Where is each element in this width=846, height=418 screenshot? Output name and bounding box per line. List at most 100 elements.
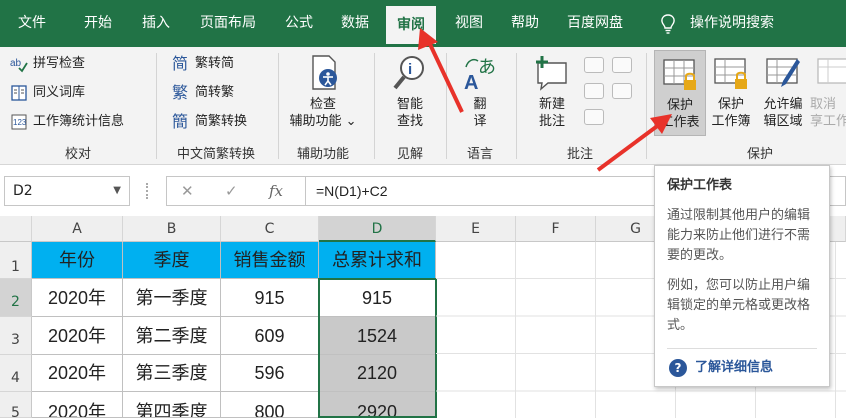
group-separator <box>278 53 279 159</box>
group-label-comments: 批注 <box>566 147 593 162</box>
next-comment-icon[interactable] <box>584 83 604 99</box>
lightbulb-icon <box>661 13 675 34</box>
table-header-sales[interactable]: 销售金额 <box>221 242 319 279</box>
tab-formulas[interactable]: 公式 <box>285 0 313 47</box>
table-cell[interactable]: 第三季度 <box>123 355 221 392</box>
protect-workbook-button[interactable]: 保护 工作簿 <box>708 53 754 130</box>
menu-bar: 文件 开始 插入 页面布局 公式 数据 审阅 视图 帮助 百度网盘 操作说明搜索 <box>0 0 846 47</box>
tab-file[interactable]: 文件 <box>18 0 46 47</box>
svg-text:i: i <box>408 61 412 78</box>
previous-comment-icon[interactable] <box>612 57 632 73</box>
tab-help[interactable]: 帮助 <box>511 0 539 47</box>
simplified-to-traditional-button[interactable]: 繁 简转繁 <box>172 82 234 104</box>
chevron-down-icon[interactable]: ▼ <box>113 177 121 205</box>
svg-text:あ: あ <box>478 57 496 78</box>
show-all-comments-icon[interactable] <box>584 109 604 125</box>
table-cell[interactable]: 2020年 <box>32 279 123 317</box>
name-box[interactable]: D2 ▼ <box>4 176 130 206</box>
table-cell[interactable]: 2020年 <box>32 392 123 418</box>
accessibility-check-icon <box>312 55 337 90</box>
table-cell[interactable]: 2920 <box>319 392 436 418</box>
simplified-char-icon: 繁 <box>172 83 189 102</box>
allow-edit-ranges-button[interactable]: 允许编 辑区域 <box>758 53 808 130</box>
check-accessibility-button[interactable]: 检查 辅助功能 ⌄ <box>284 53 362 130</box>
table-header-quarter[interactable]: 季度 <box>123 242 221 279</box>
chinese-conversion-button[interactable]: 簡 简繁转换 <box>172 111 247 133</box>
translate-icon: Aあ <box>464 57 496 93</box>
table-header-year[interactable]: 年份 <box>32 242 123 279</box>
column-header-f[interactable]: F <box>516 216 596 242</box>
column-header-e[interactable]: E <box>436 216 516 242</box>
group-separator <box>516 53 517 159</box>
row-header-2[interactable]: 2 <box>0 279 32 317</box>
translate-button[interactable]: Aあ 翻 译 <box>456 53 504 130</box>
table-cell[interactable]: 915 <box>221 279 319 317</box>
table-cell[interactable]: 596 <box>221 355 319 392</box>
tab-page-layout[interactable]: 页面布局 <box>200 0 256 47</box>
protect-sheet-tooltip: 保护工作表 通过限制其他用户的编辑能力来防止他们进行不需要的更改。 例如，您可以… <box>654 165 830 387</box>
spell-check-button[interactable]: ab 拼写检查 <box>10 53 85 75</box>
conversion-char-icon: 簡 <box>172 112 189 131</box>
table-cell[interactable]: 1524 <box>319 317 436 355</box>
svg-text:ab: ab <box>10 58 22 69</box>
delete-comment-icon[interactable] <box>584 57 604 73</box>
tooltip-description: 通过限制其他用户的编辑能力来防止他们进行不需要的更改。 <box>667 208 811 263</box>
show-comments-icon[interactable] <box>612 83 632 99</box>
traditional-char-icon: 简 <box>172 54 189 73</box>
ribbon: ab 拼写检查 同义词库 123 工作簿统计信息 校对 简 繁转简 繁 简转繁 … <box>0 47 846 165</box>
table-cell[interactable]: 915 <box>319 279 436 317</box>
table-header-cumulative[interactable]: 总累计求和 <box>319 242 436 279</box>
group-separator <box>446 53 447 159</box>
tab-data[interactable]: 数据 <box>341 0 369 47</box>
new-comment-icon <box>536 56 567 91</box>
formula-bar-grip <box>146 183 150 199</box>
row-header-1[interactable]: 1 <box>0 242 32 279</box>
tooltip-title: 保护工作表 <box>667 178 733 193</box>
column-header-a[interactable]: A <box>32 216 123 242</box>
group-separator <box>646 53 647 159</box>
table-cell[interactable]: 2020年 <box>32 317 123 355</box>
table-cell[interactable]: 800 <box>221 392 319 418</box>
cancel-icon[interactable]: ✕ <box>181 177 194 205</box>
row-header-3[interactable]: 3 <box>0 317 32 355</box>
tab-insert[interactable]: 插入 <box>142 0 170 47</box>
insert-function-icon[interactable]: fx <box>269 177 283 205</box>
new-comment-button[interactable]: 新建 批注 <box>526 53 578 130</box>
svg-text:123: 123 <box>13 118 27 127</box>
row-header-4[interactable]: 4 <box>0 355 32 392</box>
row-header-5[interactable]: 5 <box>0 392 32 418</box>
tab-view[interactable]: 视图 <box>455 0 483 47</box>
unshare-workbook-button[interactable]: 取消 享工作 <box>810 53 846 130</box>
protect-sheet-button[interactable]: 保护 工作表 <box>654 50 706 136</box>
smart-lookup-button[interactable]: i 智能 查找 <box>384 53 436 130</box>
thesaurus-icon <box>11 85 27 101</box>
formula-buttons: ✕ ✓ fx <box>166 176 306 206</box>
tab-baidu-netdisk[interactable]: 百度网盘 <box>567 0 623 47</box>
table-cell[interactable]: 2120 <box>319 355 436 392</box>
tab-home[interactable]: 开始 <box>84 0 112 47</box>
tell-me-label: 操作说明搜索 <box>690 15 774 31</box>
enter-icon[interactable]: ✓ <box>225 177 238 205</box>
tooltip-example: 例如，您可以防止用户编辑锁定的单元格或更改格式。 <box>667 278 811 333</box>
learn-more-link[interactable]: ? 了解详细信息 <box>669 358 773 378</box>
table-cell[interactable]: 2020年 <box>32 355 123 392</box>
tab-review[interactable]: 审阅 <box>386 6 436 47</box>
column-header-c[interactable]: C <box>221 216 319 242</box>
workbook-statistics-button[interactable]: 123 工作簿统计信息 <box>10 111 124 133</box>
table-cell[interactable]: 第一季度 <box>123 279 221 317</box>
table-cell[interactable]: 609 <box>221 317 319 355</box>
svg-text:A: A <box>464 72 478 93</box>
unshare-workbook-icon <box>817 58 846 84</box>
traditional-to-simplified-button[interactable]: 简 繁转简 <box>172 53 234 75</box>
tell-me-search[interactable]: 操作说明搜索 <box>660 0 774 47</box>
allow-edit-ranges-icon <box>766 58 800 87</box>
thesaurus-button[interactable]: 同义词库 <box>10 82 85 104</box>
statistics-icon: 123 <box>11 114 27 130</box>
table-cell[interactable]: 第二季度 <box>123 317 221 355</box>
column-header-d[interactable]: D <box>319 216 436 242</box>
column-header-b[interactable]: B <box>123 216 221 242</box>
group-label-accessibility: 辅助功能 <box>296 147 349 162</box>
group-label-protect: 保护 <box>746 147 773 162</box>
select-all-corner[interactable] <box>0 216 32 242</box>
table-cell[interactable]: 第四季度 <box>123 392 221 418</box>
